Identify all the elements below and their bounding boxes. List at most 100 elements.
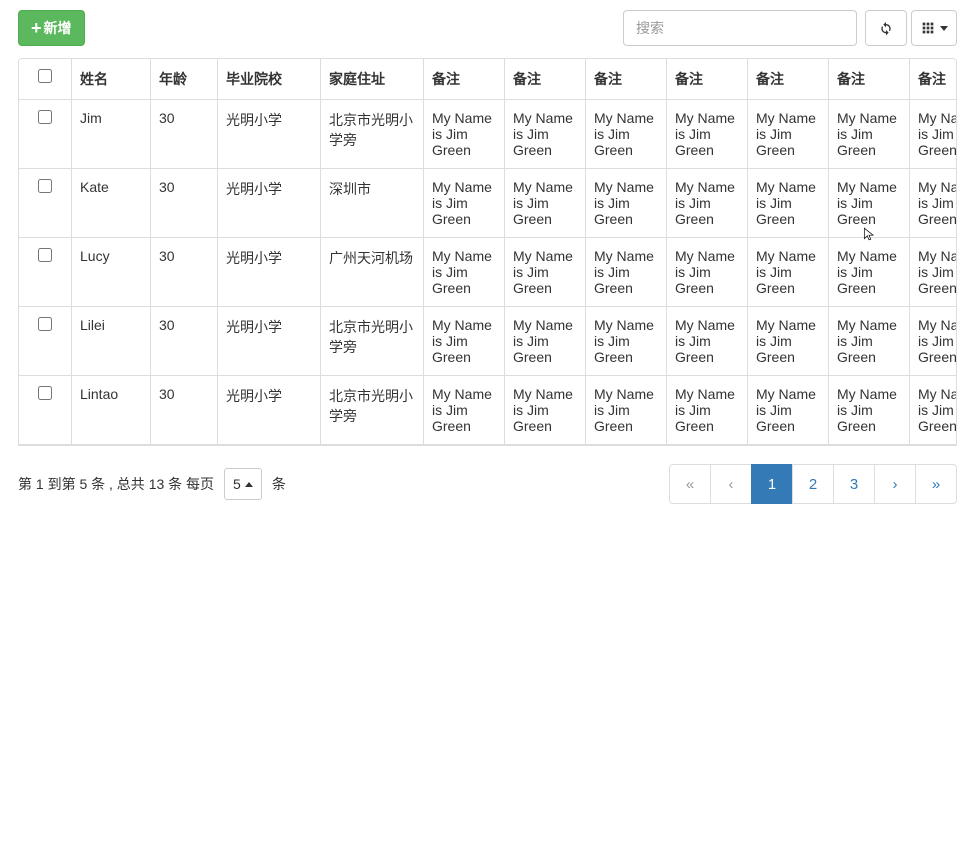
page-size-value: 5 [233, 476, 241, 492]
row-checkbox[interactable] [38, 317, 52, 331]
cell-remark: My Name is Jim Green [829, 169, 910, 238]
plus-icon: + [31, 19, 42, 37]
cell-remark: My Name is Jim Green [829, 376, 910, 445]
cell-remark: My Name is Jim Green [424, 169, 505, 238]
chevron-up-icon [245, 482, 253, 487]
cell-remark: My Name is Jim Green [667, 238, 748, 307]
header-age[interactable]: 年龄 [151, 59, 218, 100]
cell-remark: My Name is Jim Green [505, 238, 586, 307]
cell-remark: My Name is Jim Green [829, 238, 910, 307]
cell-remark: My Name is Jim Green [424, 376, 505, 445]
cell-remark: My Name is Jim Green [424, 238, 505, 307]
cell-address: 深圳市 [321, 169, 424, 238]
cell-age: 30 [151, 376, 218, 445]
cell-school: 光明小学 [218, 100, 321, 169]
cell-name: Lintao [72, 376, 151, 445]
header-remark[interactable]: 备注 [586, 59, 667, 100]
cell-remark: My Name is Jim Green [505, 376, 586, 445]
cell-remark: My Name is Jim Green [505, 169, 586, 238]
cell-name: Jim [72, 100, 151, 169]
table-footer: 第 1 到第 5 条 , 总共 13 条 每页 5 条 « ‹ 1 2 3 › … [18, 464, 957, 504]
cell-age: 30 [151, 100, 218, 169]
cell-remark: My Name is Jim Green [910, 169, 958, 238]
cell-remark: My Name is Jim Green [424, 100, 505, 169]
cell-school: 光明小学 [218, 238, 321, 307]
toolbar: + 新增 [18, 10, 957, 46]
page-size-dropdown[interactable]: 5 [224, 468, 262, 500]
page-first[interactable]: « [669, 464, 711, 504]
cell-address: 广州天河机场 [321, 238, 424, 307]
cell-remark: My Name is Jim Green [748, 307, 829, 376]
cell-age: 30 [151, 307, 218, 376]
header-remark[interactable]: 备注 [667, 59, 748, 100]
cell-remark: My Name is Jim Green [667, 169, 748, 238]
select-all-checkbox[interactable] [38, 69, 52, 83]
table-row: Lilei30光明小学北京市光明小学旁My Name is Jim GreenM… [19, 307, 957, 376]
table-row: Kate30光明小学深圳市My Name is Jim GreenMy Name… [19, 169, 957, 238]
cell-remark: My Name is Jim Green [586, 100, 667, 169]
cell-school: 光明小学 [218, 169, 321, 238]
pagination-info-text: 第 1 到第 5 条 , 总共 13 条 每页 [18, 474, 214, 494]
header-remark[interactable]: 备注 [505, 59, 586, 100]
cell-remark: My Name is Jim Green [586, 169, 667, 238]
cell-remark: My Name is Jim Green [748, 100, 829, 169]
cell-remark: My Name is Jim Green [829, 307, 910, 376]
header-remark[interactable]: 备注 [829, 59, 910, 100]
cell-remark: My Name is Jim Green [910, 238, 958, 307]
row-checkbox-cell [19, 376, 72, 445]
pagination-info-suffix: 条 [272, 474, 286, 494]
row-checkbox-cell [19, 169, 72, 238]
pagination: « ‹ 1 2 3 › » [669, 464, 957, 504]
row-checkbox[interactable] [38, 386, 52, 400]
refresh-icon [878, 20, 894, 36]
header-name[interactable]: 姓名 [72, 59, 151, 100]
cell-remark: My Name is Jim Green [748, 169, 829, 238]
page-3[interactable]: 3 [833, 464, 875, 504]
cell-remark: My Name is Jim Green [829, 100, 910, 169]
row-checkbox-cell [19, 100, 72, 169]
cell-remark: My Name is Jim Green [586, 376, 667, 445]
row-checkbox[interactable] [38, 179, 52, 193]
page-last[interactable]: » [915, 464, 957, 504]
cell-remark: My Name is Jim Green [424, 307, 505, 376]
refresh-button[interactable] [865, 10, 907, 46]
header-remark[interactable]: 备注 [748, 59, 829, 100]
chevron-down-icon [940, 26, 948, 31]
cell-remark: My Name is Jim Green [586, 238, 667, 307]
table-row: Jim30光明小学北京市光明小学旁My Name is Jim GreenMy … [19, 100, 957, 169]
cell-age: 30 [151, 169, 218, 238]
data-table: 姓名 年龄 毕业院校 家庭住址 备注 备注 备注 备注 备注 备注 备注 备注 … [19, 59, 957, 445]
page-prev[interactable]: ‹ [710, 464, 752, 504]
cell-remark: My Name is Jim Green [505, 100, 586, 169]
table-scroll-container[interactable]: 姓名 年龄 毕业院校 家庭住址 备注 备注 备注 备注 备注 备注 备注 备注 … [18, 58, 957, 446]
page-next[interactable]: › [874, 464, 916, 504]
cell-remark: My Name is Jim Green [748, 238, 829, 307]
header-remark[interactable]: 备注 [910, 59, 958, 100]
page-2[interactable]: 2 [792, 464, 834, 504]
page-1[interactable]: 1 [751, 464, 793, 504]
header-remark[interactable]: 备注 [424, 59, 505, 100]
grid-icon [920, 20, 936, 36]
header-school[interactable]: 毕业院校 [218, 59, 321, 100]
add-button-label: 新增 [44, 18, 72, 38]
columns-button[interactable] [911, 10, 957, 46]
row-checkbox[interactable] [38, 248, 52, 262]
row-checkbox-cell [19, 238, 72, 307]
add-button[interactable]: + 新增 [18, 10, 85, 46]
cell-address: 北京市光明小学旁 [321, 307, 424, 376]
cell-remark: My Name is Jim Green [586, 307, 667, 376]
cell-remark: My Name is Jim Green [910, 100, 958, 169]
header-address[interactable]: 家庭住址 [321, 59, 424, 100]
cell-school: 光明小学 [218, 307, 321, 376]
cell-age: 30 [151, 238, 218, 307]
row-checkbox[interactable] [38, 110, 52, 124]
pagination-info: 第 1 到第 5 条 , 总共 13 条 每页 5 条 [18, 468, 286, 500]
cell-remark: My Name is Jim Green [910, 376, 958, 445]
cell-name: Lucy [72, 238, 151, 307]
cell-address: 北京市光明小学旁 [321, 376, 424, 445]
cell-school: 光明小学 [218, 376, 321, 445]
search-input[interactable] [623, 10, 857, 46]
table-row: Lucy30光明小学广州天河机场My Name is Jim GreenMy N… [19, 238, 957, 307]
cell-address: 北京市光明小学旁 [321, 100, 424, 169]
cell-remark: My Name is Jim Green [667, 100, 748, 169]
